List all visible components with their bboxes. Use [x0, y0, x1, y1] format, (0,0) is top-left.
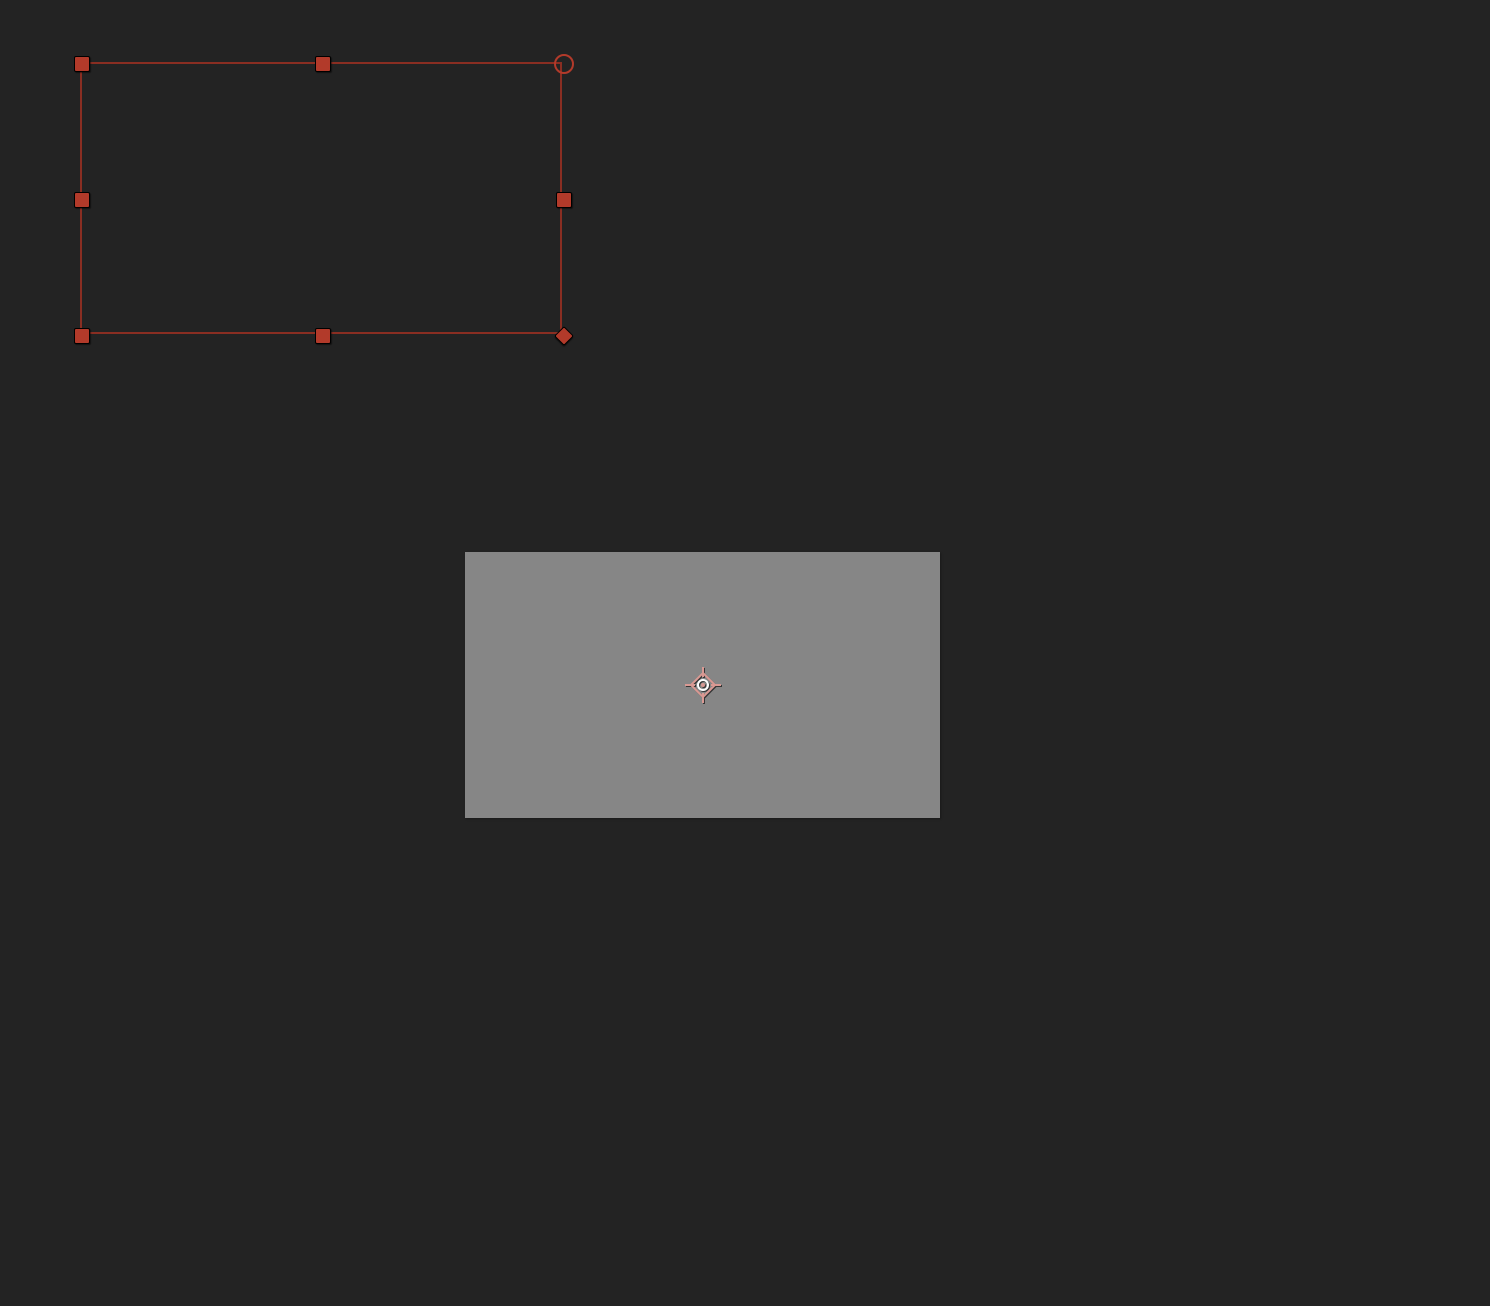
handle-rotator[interactable]	[554, 54, 574, 74]
handle-bottom-right[interactable]	[554, 326, 574, 346]
uv-face[interactable]	[465, 552, 940, 818]
handle-mid-left[interactable]	[74, 192, 90, 208]
uv-transform-box[interactable]	[80, 62, 562, 334]
handle-top-left[interactable]	[74, 56, 90, 72]
handle-bottom-mid[interactable]	[315, 328, 331, 344]
handle-mid-right[interactable]	[556, 192, 572, 208]
handle-top-mid[interactable]	[315, 56, 331, 72]
handle-bottom-left[interactable]	[74, 328, 90, 344]
uv-editor-viewport[interactable]	[0, 0, 1490, 1306]
